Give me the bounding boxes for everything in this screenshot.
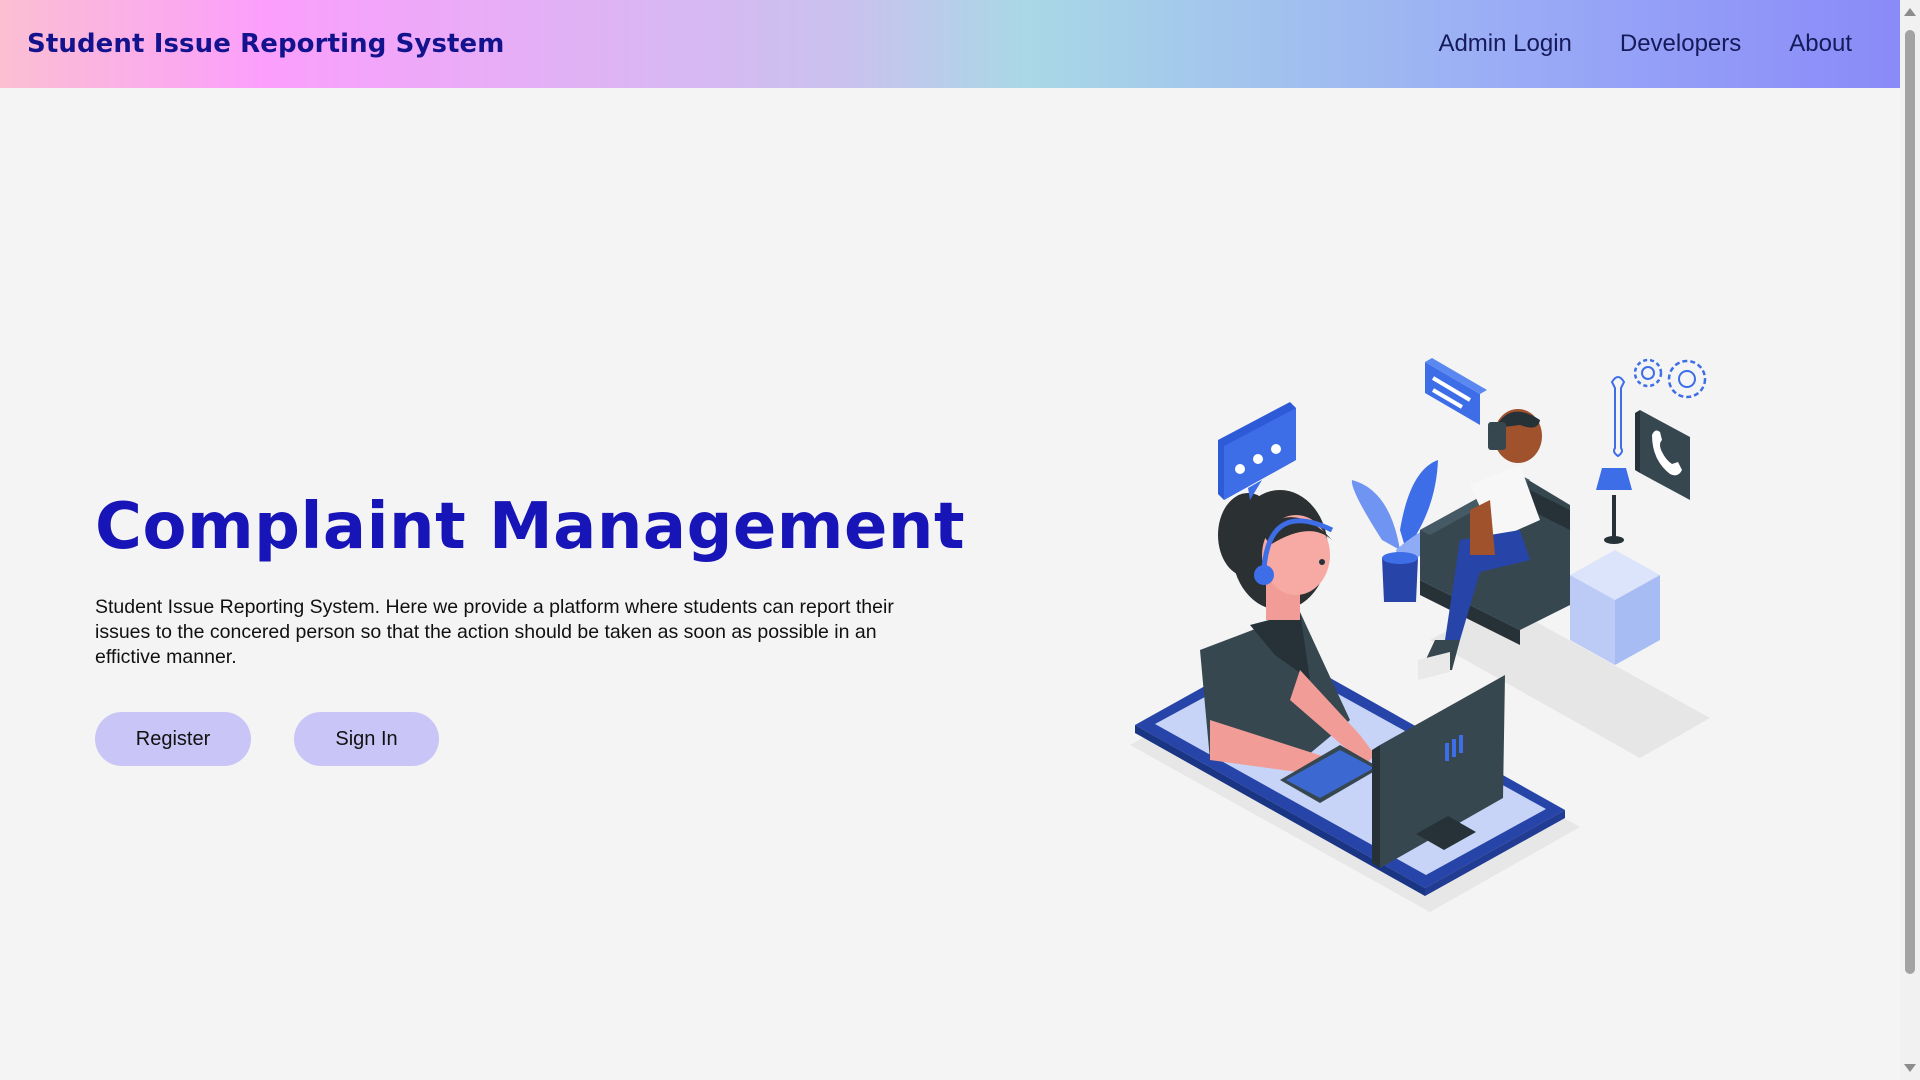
nav-admin-login[interactable]: Admin Login [1438, 30, 1571, 58]
scroll-down-arrow-icon[interactable] [1904, 1064, 1916, 1072]
nav-links: Admin Login Developers About [1438, 30, 1852, 58]
chat-bubble-icon [1218, 402, 1296, 500]
customer-support-illustration [1130, 358, 1710, 912]
scroll-up-arrow-icon[interactable] [1904, 8, 1916, 16]
message-icon [1425, 358, 1487, 425]
register-button[interactable]: Register [95, 712, 251, 766]
support-agent-figure [1200, 490, 1375, 780]
gear-icon [1633, 358, 1707, 399]
nav-developers[interactable]: Developers [1620, 30, 1741, 58]
brand-title[interactable]: Student Issue Reporting System [27, 29, 505, 59]
scroll-thumb[interactable] [1905, 30, 1915, 974]
vertical-scrollbar[interactable] [1900, 0, 1920, 1080]
phone-icon [1635, 410, 1690, 500]
nav-about[interactable]: About [1789, 30, 1852, 58]
hero-title: Complaint Management [95, 490, 966, 564]
sign-in-button[interactable]: Sign In [294, 712, 439, 766]
wrench-icon [1610, 376, 1626, 458]
top-navbar: Student Issue Reporting System Admin Log… [0, 0, 1900, 88]
side-table [1570, 468, 1660, 665]
hero-description: Student Issue Reporting System. Here we … [95, 596, 894, 668]
